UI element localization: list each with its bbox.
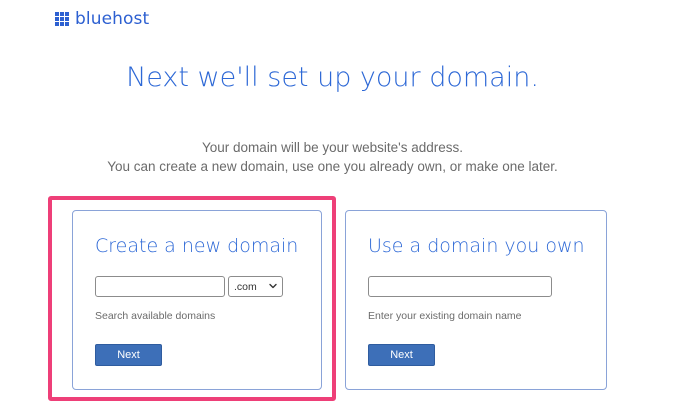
create-domain-hint: Search available domains (95, 310, 216, 322)
chevron-down-icon (269, 283, 277, 289)
create-domain-card: Create a new domain .com Search availabl… (72, 210, 322, 390)
create-domain-next-button[interactable]: Next (95, 344, 162, 366)
subtitle-line-2: You can create a new domain, use one you… (107, 159, 558, 174)
tld-selected-value: .com (234, 280, 257, 293)
subtitle-line-1: Your domain will be your website's addre… (202, 140, 463, 155)
existing-domain-title: Use a domain you own (368, 235, 585, 257)
bluehost-logo[interactable]: bluehost (55, 8, 149, 30)
new-domain-input[interactable] (95, 276, 225, 297)
logo-text: bluehost (75, 9, 150, 29)
existing-domain-input[interactable] (368, 276, 552, 297)
existing-domain-hint: Enter your existing domain name (368, 310, 522, 322)
page-title: Next we'll set up your domain. (126, 62, 539, 93)
existing-domain-next-button[interactable]: Next (368, 344, 435, 366)
grid-logo-icon (55, 12, 69, 26)
tld-select[interactable]: .com (228, 276, 283, 297)
existing-domain-card: Use a domain you own Enter your existing… (345, 210, 607, 390)
page-subtitle: Your domain will be your website's addre… (0, 138, 665, 176)
create-domain-title: Create a new domain (95, 235, 299, 257)
